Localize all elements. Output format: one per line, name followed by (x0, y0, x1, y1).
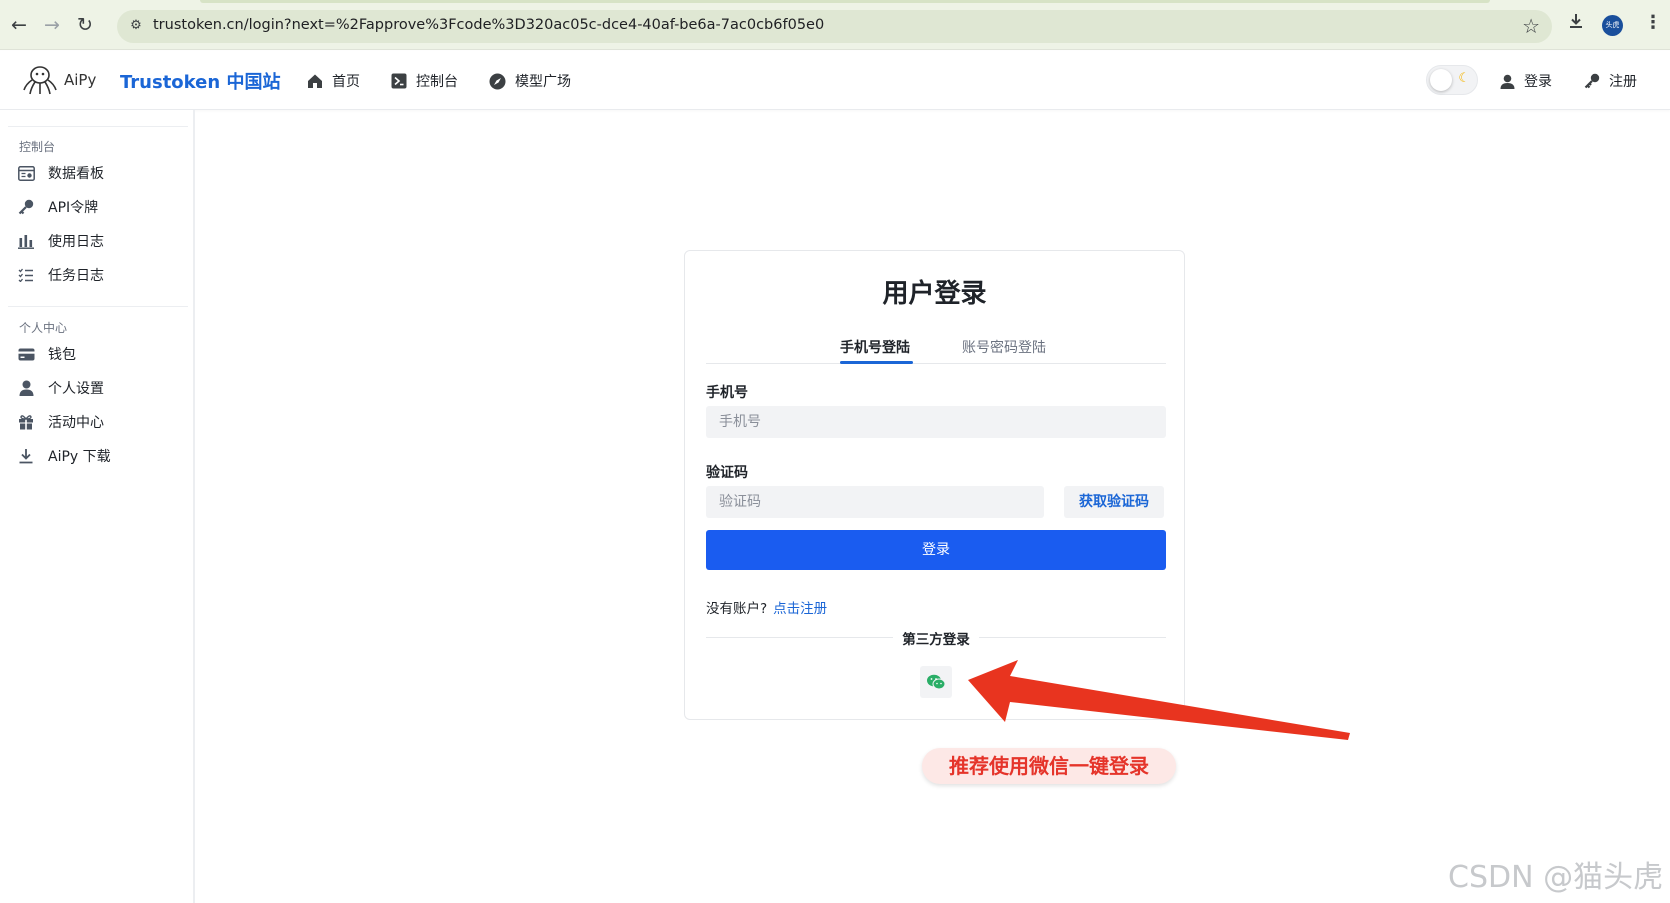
terminal-icon (391, 73, 407, 89)
third-party-divider: 第三方登录 (706, 628, 1166, 648)
get-code-button[interactable]: 获取验证码 (1064, 486, 1164, 518)
sidebar-item-label: 任务日志 (48, 268, 104, 284)
sidebar-item-dashboard[interactable]: 数据看板 (17, 162, 104, 184)
theme-toggle[interactable]: ☾ (1426, 65, 1478, 95)
nav-console-label: 控制台 (416, 74, 458, 90)
browser-toolbar: ← → ↻ ⚙ trustoken.cn/login?next=%2Fappro… (0, 0, 1670, 50)
gift-icon (17, 413, 35, 431)
list-icon (17, 266, 35, 284)
login-card: 用户登录 手机号登陆 账号密码登陆 手机号 验证码 获取验证码 登录 没有账户?… (684, 250, 1185, 720)
login-title: 用户登录 (882, 279, 987, 309)
user-icon (1500, 74, 1515, 89)
logo-text: AiPy (64, 71, 97, 89)
app-header: AiPy Trustoken 中国站 首页 控制台 模型广场 ☾ 登录 注册 (0, 51, 1670, 110)
wechat-login-button[interactable] (920, 666, 952, 698)
login-button[interactable]: 登录 (706, 530, 1166, 570)
profile-avatar[interactable]: 头虎 (1602, 15, 1623, 36)
header-register[interactable]: 注册 (1584, 71, 1637, 91)
phone-input[interactable] (706, 406, 1166, 438)
sidebar-divider (8, 306, 188, 307)
reload-icon[interactable]: ↻ (74, 14, 96, 36)
sidebar: 控制台 数据看板 API令牌 使用日志 任务日志 个人中心 钱包 个人设置 活动… (0, 110, 195, 903)
user-icon (17, 379, 35, 397)
header-login-label: 登录 (1524, 74, 1552, 90)
octopus-logo-icon (23, 66, 57, 95)
moon-icon: ☾ (1458, 71, 1470, 86)
login-tabs: 手机号登陆 账号密码登陆 (706, 333, 1166, 364)
sidebar-item-aipy-download[interactable]: AiPy 下载 (17, 445, 111, 467)
sidebar-item-api-token[interactable]: API令牌 (17, 196, 98, 218)
sidebar-item-label: AiPy 下载 (48, 449, 111, 465)
tab-strip-edge (200, 0, 1490, 3)
nav-home-label: 首页 (332, 74, 360, 90)
forward-icon[interactable]: → (41, 14, 63, 36)
toggle-knob (1430, 69, 1452, 91)
sidebar-item-activity[interactable]: 活动中心 (17, 411, 104, 433)
active-tab-indicator (840, 361, 913, 364)
sidebar-item-usage-log[interactable]: 使用日志 (17, 230, 104, 252)
home-icon (308, 74, 322, 88)
register-link[interactable]: 点击注册 (773, 601, 827, 617)
sidebar-item-label: 数据看板 (48, 166, 104, 182)
url-text[interactable]: trustoken.cn/login?next=%2Fapprove%3Fcod… (153, 17, 824, 33)
register-prompt: 没有账户? 点击注册 (706, 597, 827, 617)
key-icon (1584, 73, 1600, 89)
header-register-label: 注册 (1609, 74, 1637, 90)
sidebar-item-wallet[interactable]: 钱包 (17, 343, 76, 365)
sidebar-section-console: 控制台 (19, 140, 56, 154)
annotation-label: 推荐使用微信一键登录 (922, 748, 1176, 784)
menu-dots-icon[interactable]: ⋮ (1644, 12, 1662, 33)
code-label: 验证码 (706, 465, 748, 481)
sidebar-section-personal: 个人中心 (19, 321, 68, 335)
sidebar-item-settings[interactable]: 个人设置 (17, 377, 104, 399)
tab-password-login[interactable]: 账号密码登陆 (962, 337, 1046, 357)
watermark: CSDN @猫头虎 (1448, 860, 1664, 895)
third-party-label: 第三方登录 (902, 632, 970, 648)
dashboard-icon (17, 164, 35, 182)
nav-model-plaza[interactable]: 模型广场 (489, 71, 571, 91)
phone-label: 手机号 (706, 385, 748, 401)
sidebar-item-task-log[interactable]: 任务日志 (17, 264, 104, 286)
compass-icon (489, 73, 506, 89)
download-icon[interactable] (1567, 12, 1585, 35)
nav-console[interactable]: 控制台 (391, 71, 458, 91)
bookmark-star-icon[interactable]: ☆ (1522, 14, 1540, 38)
nav-model-plaza-label: 模型广场 (515, 74, 571, 90)
logo[interactable]: AiPy (20, 63, 96, 97)
address-bar[interactable]: ⚙ trustoken.cn/login?next=%2Fapprove%3Fc… (117, 10, 1552, 43)
key-icon (17, 198, 35, 216)
back-icon[interactable]: ← (8, 14, 30, 36)
code-input[interactable] (706, 486, 1044, 518)
tab-phone-login[interactable]: 手机号登陆 (840, 337, 910, 357)
bar-chart-icon (17, 232, 35, 250)
sidebar-item-label: 活动中心 (48, 415, 104, 431)
download-icon (17, 447, 35, 465)
header-login[interactable]: 登录 (1500, 71, 1552, 91)
sidebar-item-label: 钱包 (48, 347, 76, 363)
sidebar-item-label: 个人设置 (48, 381, 104, 397)
wechat-icon (927, 674, 946, 690)
sidebar-divider (8, 126, 188, 127)
brand-title[interactable]: Trustoken 中国站 (120, 68, 280, 94)
site-settings-icon[interactable]: ⚙ (127, 17, 145, 35)
sidebar-item-label: API令牌 (48, 200, 99, 216)
wallet-icon (17, 345, 35, 363)
sidebar-item-label: 使用日志 (48, 234, 104, 250)
no-account-text: 没有账户? (706, 601, 768, 617)
nav-home[interactable]: 首页 (307, 71, 360, 91)
